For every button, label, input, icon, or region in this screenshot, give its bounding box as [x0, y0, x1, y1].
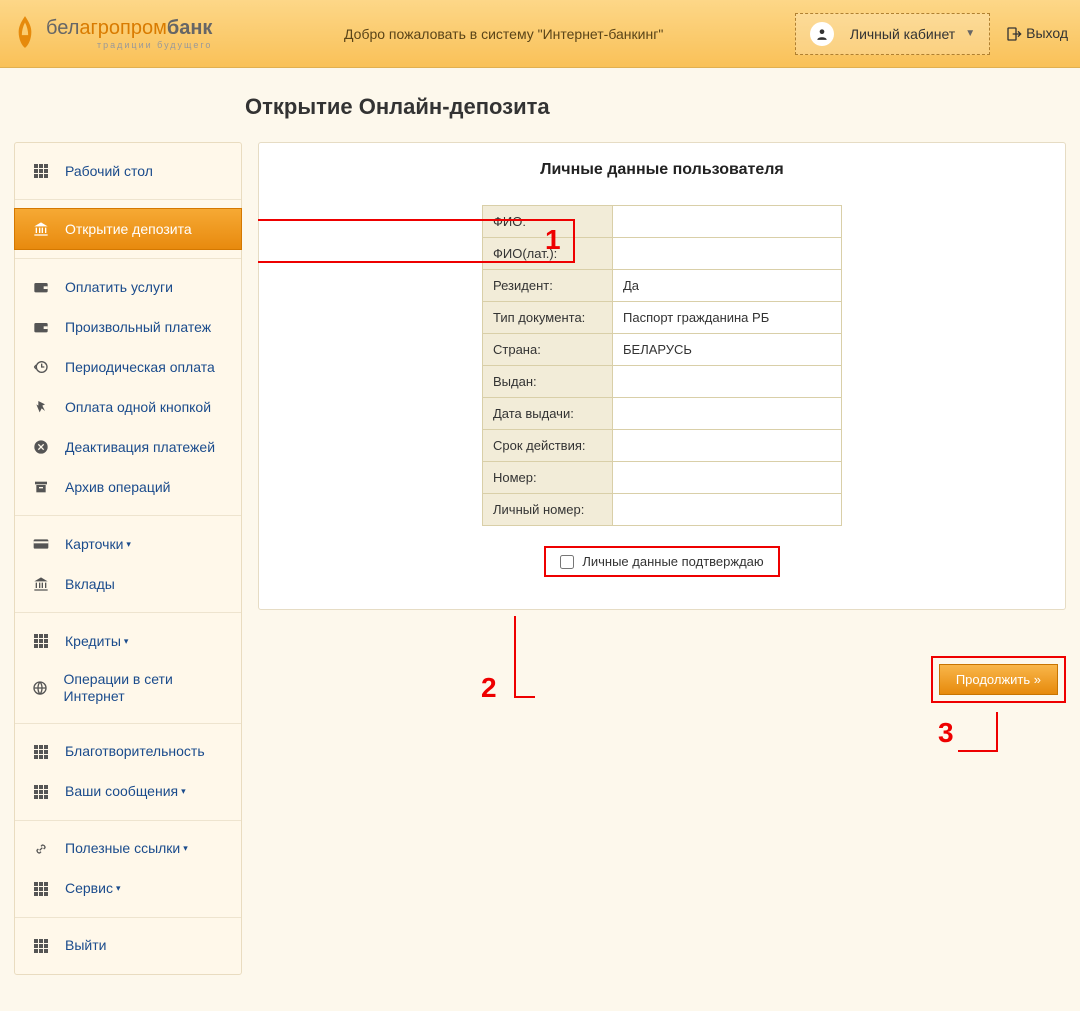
panel-title: Личные данные пользователя: [277, 161, 1047, 179]
table-row: Личный номер:: [483, 494, 842, 526]
nav-pay-services[interactable]: Оплатить услуги: [15, 267, 241, 307]
grid-icon: [31, 631, 51, 651]
nav-dashboard[interactable]: Рабочий стол: [15, 151, 241, 191]
table-row: Срок действия:: [483, 430, 842, 462]
logo-icon: [12, 14, 40, 54]
table-row: Номер:: [483, 462, 842, 494]
nav-operations-archive[interactable]: Архив операций: [15, 467, 241, 507]
caret-down-icon: ▾: [116, 883, 121, 894]
nav-periodic-payment[interactable]: Периодическая оплата: [15, 347, 241, 387]
globe-icon: [31, 678, 50, 698]
logout-button[interactable]: Выход: [1006, 25, 1068, 42]
account-label: Личный кабинет: [850, 26, 955, 42]
sidebar: Рабочий стол Открытие депозита Оплатить …: [14, 142, 242, 975]
cancel-icon: [31, 437, 51, 457]
table-row: Дата выдачи:: [483, 398, 842, 430]
click-icon: [31, 397, 51, 417]
nav-useful-links[interactable]: Полезные ссылки▾: [15, 829, 241, 869]
logo-text: белагропромбанк: [46, 18, 212, 38]
nav-deactivate-payments[interactable]: Деактивация платежей: [15, 427, 241, 467]
main-content: 1 Личные данные пользователя ФИО: ФИО(ла…: [258, 142, 1066, 975]
header: белагропромбанк традиции будущего Добро …: [0, 0, 1080, 68]
nav-internet-ops[interactable]: Операции в сети Интернет: [15, 661, 241, 715]
caret-down-icon: ▾: [183, 843, 188, 854]
user-data-panel: Личные данные пользователя ФИО: ФИО(лат.…: [258, 142, 1066, 610]
logout-icon: [1006, 25, 1022, 42]
confirm-checkbox-label[interactable]: Личные данные подтверждаю: [544, 546, 779, 577]
annotation-number-3: 3: [938, 717, 954, 749]
nav-service[interactable]: Сервис▾: [15, 869, 241, 909]
bank-icon: [31, 574, 51, 594]
welcome-text: Добро пожаловать в систему "Интернет-бан…: [212, 26, 794, 42]
nav-charity[interactable]: Благотворительность: [15, 732, 241, 772]
nav-custom-payment[interactable]: Произвольный платеж: [15, 307, 241, 347]
grid-icon: [31, 742, 51, 762]
grid-icon: [31, 879, 51, 899]
table-row: Выдан:: [483, 366, 842, 398]
grid-icon: [31, 936, 51, 956]
card-icon: [31, 534, 51, 554]
table-row: ФИО(лат.):: [483, 238, 842, 270]
nav-deposits[interactable]: Вклады: [15, 564, 241, 604]
nav-logout[interactable]: Выйти: [15, 926, 241, 966]
logout-label: Выход: [1026, 25, 1068, 41]
page-title: Открытие Онлайн-депозита: [0, 68, 1080, 142]
annotation-line-3: [958, 712, 998, 752]
user-icon: [810, 22, 834, 46]
grid-icon: [31, 161, 51, 181]
nav-one-click-pay[interactable]: Оплата одной кнопкой: [15, 387, 241, 427]
bank-icon: [31, 219, 51, 239]
wallet-icon: [31, 317, 51, 337]
nav-cards[interactable]: Карточки▾: [15, 524, 241, 564]
nav-messages[interactable]: Ваши сообщения▾: [15, 772, 241, 812]
grid-icon: [31, 782, 51, 802]
caret-down-icon: ▾: [181, 786, 186, 797]
table-row: ФИО:: [483, 206, 842, 238]
table-row: Тип документа:Паспорт гражданина РБ: [483, 302, 842, 334]
table-row: Страна:БЕЛАРУСЬ: [483, 334, 842, 366]
nav-credits[interactable]: Кредиты▾: [15, 621, 241, 661]
caret-down-icon: ▾: [126, 539, 131, 550]
archive-icon: [31, 477, 51, 497]
caret-down-icon: ▾: [124, 636, 129, 647]
nav-open-deposit[interactable]: Открытие депозита: [14, 208, 242, 250]
confirm-text: Личные данные подтверждаю: [582, 554, 763, 569]
logo: белагропромбанк традиции будущего: [12, 14, 212, 54]
user-data-table: ФИО: ФИО(лат.): Резидент:Да Тип документ…: [482, 205, 842, 526]
caret-down-icon: ▼: [965, 28, 975, 39]
annotation-highlight-3: Продолжить »: [931, 656, 1066, 703]
wallet-icon: [31, 277, 51, 297]
logo-subtitle: традиции будущего: [46, 40, 212, 50]
link-icon: [31, 839, 51, 859]
table-row: Резидент:Да: [483, 270, 842, 302]
confirm-checkbox[interactable]: [560, 555, 574, 569]
continue-button[interactable]: Продолжить »: [939, 664, 1058, 695]
history-icon: [31, 357, 51, 377]
account-dropdown[interactable]: Личный кабинет ▼: [795, 13, 990, 55]
